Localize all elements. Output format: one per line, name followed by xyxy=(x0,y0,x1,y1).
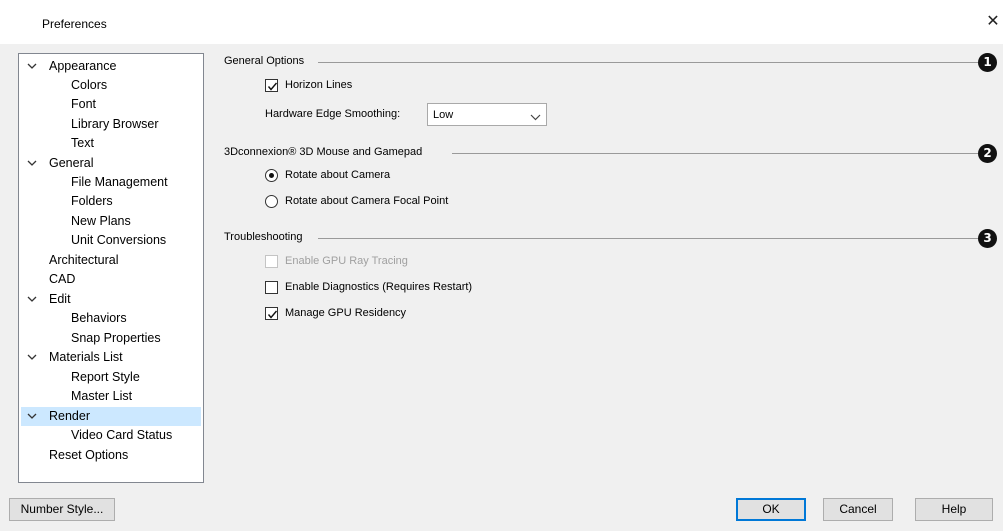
chevron-down-icon[interactable] xyxy=(26,407,38,426)
tree-item-label: Edit xyxy=(49,292,71,306)
tree-item-label: Snap Properties xyxy=(71,331,161,345)
chevron-down-icon[interactable] xyxy=(26,154,38,173)
checkbox-box[interactable] xyxy=(265,281,278,294)
tree-item-font[interactable]: Font xyxy=(21,95,201,114)
tree-item-label: File Management xyxy=(71,175,168,189)
section-divider xyxy=(318,62,978,63)
edge-smoothing-value: Low xyxy=(433,109,454,121)
tree-item-folders[interactable]: Folders xyxy=(21,192,201,211)
tree-item-label: Folders xyxy=(71,194,113,208)
tree-item-edit[interactable]: Edit xyxy=(21,290,201,309)
tree-item-new-plans[interactable]: New Plans xyxy=(21,212,201,231)
tree-item-label: Library Browser xyxy=(71,117,159,131)
callout-badge-3: 3 xyxy=(978,229,997,248)
callout-badge-1: 1 xyxy=(978,53,997,72)
tree-item-label: Reset Options xyxy=(49,448,129,462)
tree-item-library-browser[interactable]: Library Browser xyxy=(21,115,201,134)
tree-item-label: Master List xyxy=(71,389,133,403)
tree-item-reset-options[interactable]: Reset Options xyxy=(21,446,201,465)
manage-gpu-residency-label: Manage GPU Residency xyxy=(285,307,407,319)
tree-item-architectural[interactable]: Architectural xyxy=(21,251,201,270)
tree-item-label: Unit Conversions xyxy=(71,233,167,247)
checkbox-box[interactable] xyxy=(265,79,278,92)
close-icon[interactable]: ✕ xyxy=(984,12,1002,32)
tree-item-text[interactable]: Text xyxy=(21,134,201,153)
chevron-down-icon[interactable] xyxy=(26,348,38,367)
tree-item-unit-conversions[interactable]: Unit Conversions xyxy=(21,231,201,250)
tree-item-materials-list[interactable]: Materials List xyxy=(21,348,201,367)
tree-item-label: General xyxy=(49,156,94,170)
tree-item-master-list[interactable]: Master List xyxy=(21,387,201,406)
cancel-button[interactable]: Cancel xyxy=(823,498,893,521)
checkbox-box[interactable] xyxy=(265,307,278,320)
tree-item-label: CAD xyxy=(49,272,76,286)
preferences-tree[interactable]: Appearance Colors Font Library Browser T… xyxy=(18,53,204,483)
callout-badge-2: 2 xyxy=(978,144,997,163)
rotate-about-focal-point-label: Rotate about Camera Focal Point xyxy=(285,195,449,207)
window-title: Preferences xyxy=(42,17,107,31)
tree-item-label: New Plans xyxy=(71,214,131,228)
tree-item-cad[interactable]: CAD xyxy=(21,270,201,289)
tree-item-report-style[interactable]: Report Style xyxy=(21,368,201,387)
tree-item-snap-properties[interactable]: Snap Properties xyxy=(21,329,201,348)
tree-item-label: Behaviors xyxy=(71,311,127,325)
number-style-button[interactable]: Number Style... xyxy=(9,498,115,521)
section-divider xyxy=(318,238,978,239)
radio-circle[interactable] xyxy=(265,169,278,182)
ok-button[interactable]: OK xyxy=(736,498,806,521)
tree-item-file-management[interactable]: File Management xyxy=(21,173,201,192)
radio-circle[interactable] xyxy=(265,195,278,208)
tree-item-label: Text xyxy=(71,136,94,150)
help-button[interactable]: Help xyxy=(915,498,993,521)
rotate-about-camera-label: Rotate about Camera xyxy=(285,169,391,181)
tree-item-label: Font xyxy=(71,97,97,111)
section-title-general-options: General Options xyxy=(224,55,305,67)
tree-item-colors[interactable]: Colors xyxy=(21,76,201,95)
chevron-down-icon xyxy=(530,112,541,124)
tree-item-label: Report Style xyxy=(71,370,140,384)
tree-item-label: Architectural xyxy=(49,253,119,267)
chevron-down-icon[interactable] xyxy=(26,57,38,76)
horizon-lines-label: Horizon Lines xyxy=(285,79,353,91)
section-divider xyxy=(452,153,978,154)
tree-item-label: Video Card Status xyxy=(71,428,173,442)
tree-item-appearance[interactable]: Appearance xyxy=(21,57,201,76)
title-bar: Preferences ✕ xyxy=(0,0,1003,44)
tree-item-general[interactable]: General xyxy=(21,154,201,173)
section-title-troubleshooting: Troubleshooting xyxy=(224,231,303,243)
tree-item-label: Colors xyxy=(71,78,108,92)
tree-item-label: Render xyxy=(49,409,90,423)
enable-diagnostics-label: Enable Diagnostics (Requires Restart) xyxy=(285,281,473,293)
edge-smoothing-select[interactable]: Low xyxy=(427,103,547,126)
tree-item-label: Appearance xyxy=(49,59,117,73)
gpu-ray-tracing-label: Enable GPU Ray Tracing xyxy=(285,255,408,267)
checkbox-box xyxy=(265,255,278,268)
edge-smoothing-label: Hardware Edge Smoothing: xyxy=(265,108,401,120)
tree-item-label: Materials List xyxy=(49,350,123,364)
tree-item-render[interactable]: Render xyxy=(21,407,201,426)
section-title-3d-mouse: 3Dconnexion® 3D Mouse and Gamepad xyxy=(224,146,423,158)
tree-item-video-card-status[interactable]: Video Card Status xyxy=(21,426,201,445)
chevron-down-icon[interactable] xyxy=(26,290,38,309)
tree-item-behaviors[interactable]: Behaviors xyxy=(21,309,201,328)
